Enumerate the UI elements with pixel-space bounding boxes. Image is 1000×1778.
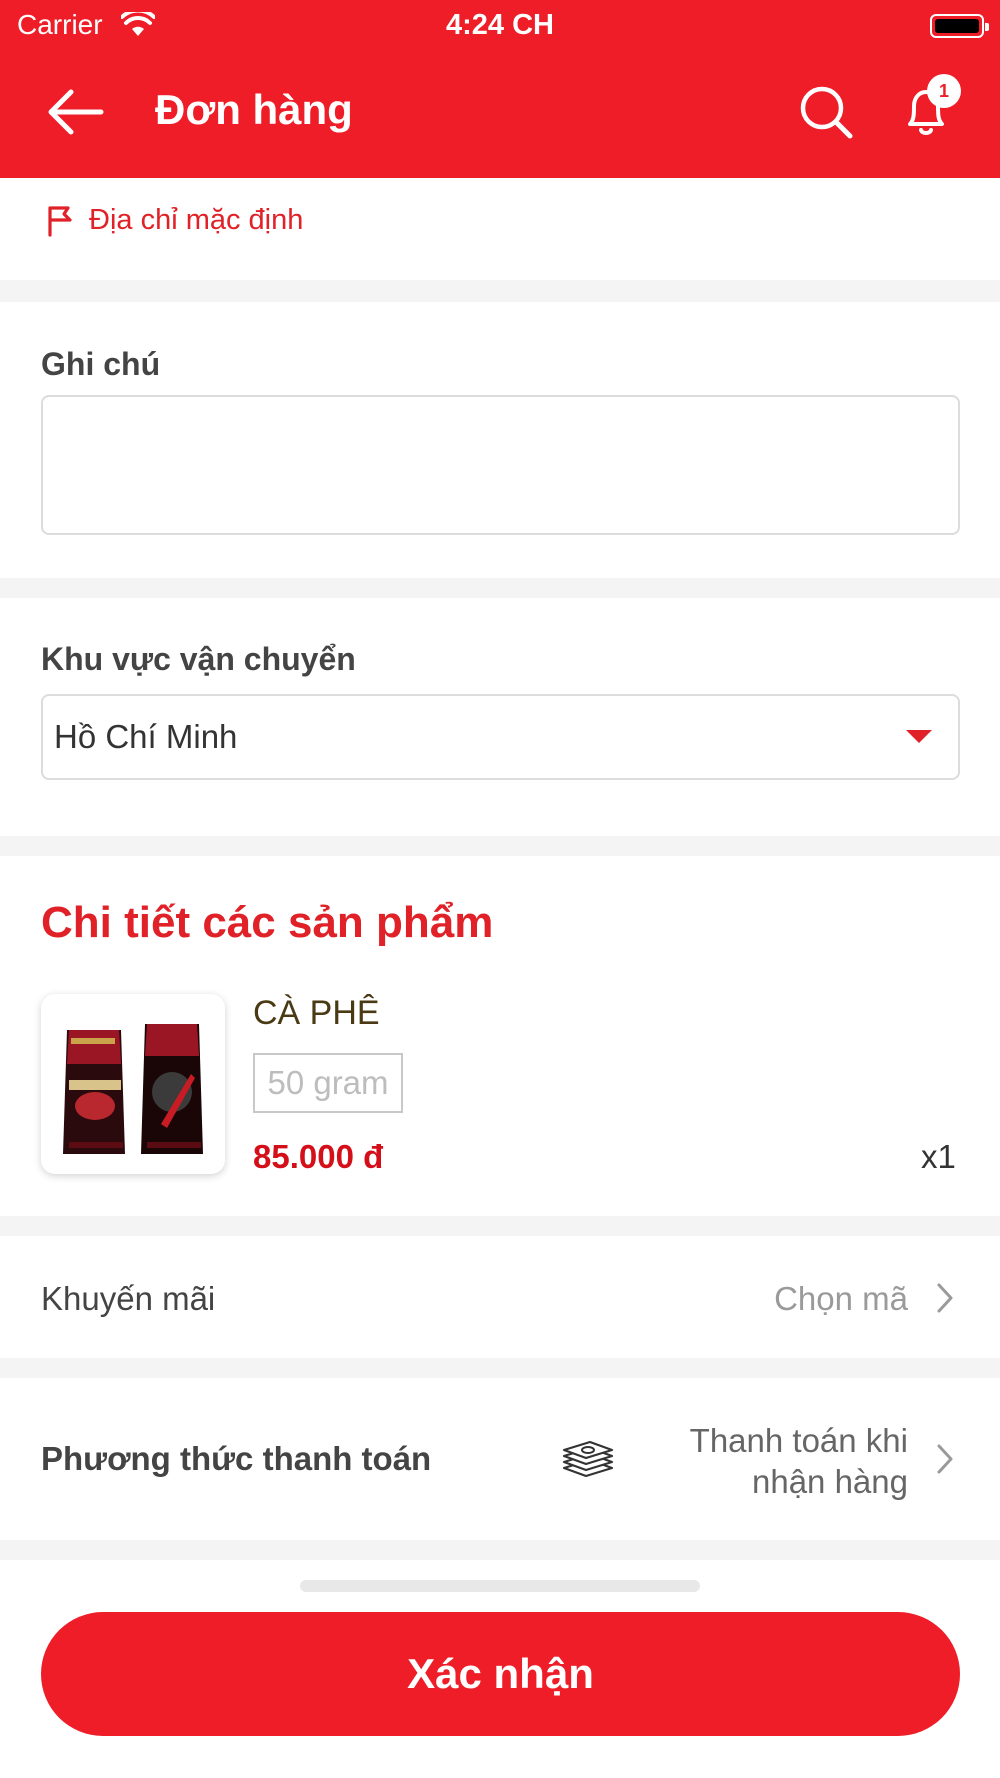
section-divider	[0, 836, 1000, 856]
confirm-button[interactable]: Xác nhận	[41, 1612, 960, 1736]
battery-icon	[930, 14, 989, 38]
back-arrow-icon[interactable]	[45, 86, 105, 138]
note-label: Ghi chú	[41, 346, 161, 382]
address-section: Địa chỉ mặc định	[0, 178, 1000, 280]
payment-label: Phương thức thanh toán	[41, 1440, 432, 1477]
section-divider	[0, 1358, 1000, 1378]
status-bar: Carrier 4:24 CH	[0, 0, 1000, 52]
section-divider	[0, 1216, 1000, 1236]
section-divider	[0, 1540, 1000, 1560]
cash-stack-icon	[562, 1440, 614, 1478]
product-name: CÀ PHÊ	[253, 994, 380, 1032]
products-title: Chi tiết các sản phẩm	[41, 898, 494, 947]
chevron-right-icon[interactable]	[935, 1442, 955, 1476]
default-address-label: Địa chỉ mặc định	[89, 204, 304, 236]
note-input[interactable]	[41, 395, 960, 535]
promotion-label: Khuyến mãi	[41, 1280, 216, 1317]
caret-down-icon	[906, 730, 932, 743]
payment-method-value[interactable]: Thanh toán khi nhận hàng	[640, 1420, 908, 1502]
chevron-right-icon[interactable]	[935, 1281, 955, 1315]
coffee-bag-image	[63, 1024, 203, 1154]
scroll-indicator	[300, 1580, 700, 1592]
notification-badge: 1	[927, 74, 961, 108]
shipping-region-value: Hồ Chí Minh	[54, 718, 238, 755]
app-header: Carrier 4:24 CH Đơn hàng 1	[0, 0, 1000, 178]
product-image[interactable]	[41, 994, 225, 1174]
shipping-region-select[interactable]: Hồ Chí Minh	[41, 694, 960, 780]
section-divider	[0, 280, 1000, 302]
shipping-label: Khu vực vận chuyển	[41, 641, 356, 677]
status-time: 4:24 CH	[446, 9, 554, 41]
promotion-value[interactable]: Chọn mã	[700, 1280, 908, 1318]
product-price: 85.000 đ	[253, 1138, 384, 1175]
product-variant-tag: 50 gram	[253, 1053, 403, 1113]
section-divider	[0, 578, 1000, 598]
flag-icon	[48, 205, 72, 237]
page-title: Đơn hàng	[155, 86, 353, 133]
default-address-tag: Địa chỉ mặc định	[45, 204, 303, 237]
search-icon[interactable]	[798, 84, 854, 140]
product-quantity: x1	[921, 1138, 956, 1175]
